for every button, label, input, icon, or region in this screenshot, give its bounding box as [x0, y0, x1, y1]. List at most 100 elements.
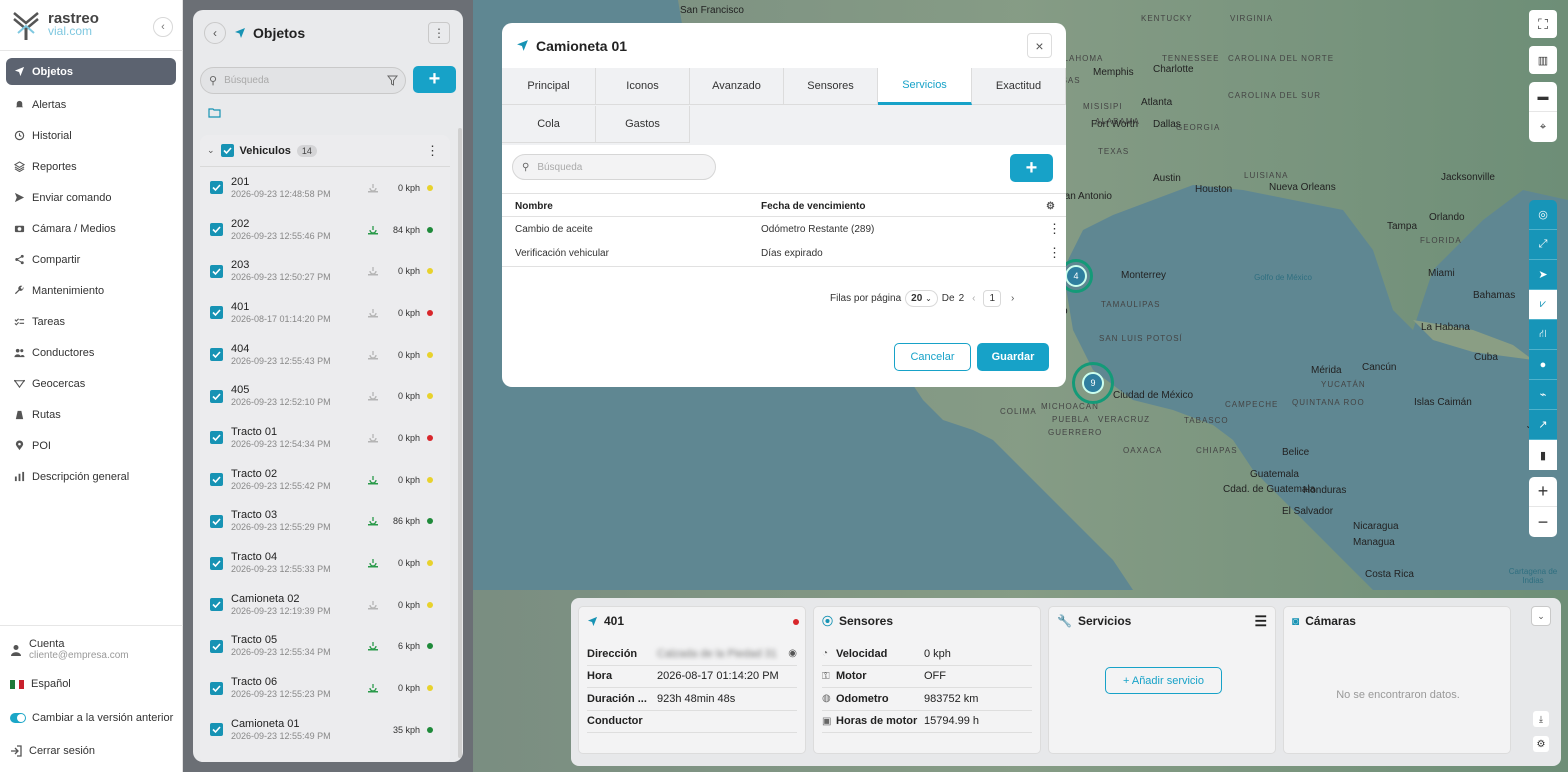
objects-search-input[interactable]: ⚲ Búsqueda: [200, 67, 406, 94]
account-item[interactable]: Cuenta cliente@empresa.com: [10, 638, 180, 662]
column-name[interactable]: Nombre: [515, 194, 553, 218]
zoom-out-button[interactable]: −: [1529, 507, 1557, 537]
vehicle-row[interactable]: Tracto 06 2026-09-23 12:55:23 PM 0 kph: [200, 667, 450, 709]
services-search-input[interactable]: ⚲ Búsqueda: [512, 154, 716, 180]
vehicle-row[interactable]: 203 2026-09-23 12:50:27 PM 0 kph: [200, 250, 450, 292]
toggle-objects[interactable]: ➤: [1529, 260, 1557, 290]
sidebar-item-reportes[interactable]: Reportes: [6, 151, 176, 182]
filter-icon[interactable]: [387, 75, 398, 86]
tab-cola[interactable]: Cola: [502, 106, 596, 143]
toggle-labels[interactable]: ⌁: [1529, 380, 1557, 410]
toggle-tails[interactable]: ↗: [1529, 410, 1557, 440]
toggle-fit[interactable]: ⤢: [1529, 230, 1557, 260]
sidebar-item-enviar-comando[interactable]: Enviar comando: [6, 182, 176, 213]
row-menu-icon[interactable]: ⋮: [1048, 241, 1061, 265]
next-page-button[interactable]: ›: [1011, 293, 1014, 304]
table-row[interactable]: Cambio de aceite Odómetro Restante (289) ⋮: [502, 217, 1066, 241]
sidebar-item-historial[interactable]: Historial: [6, 120, 176, 151]
objects-menu-button[interactable]: ⋮: [428, 22, 450, 44]
sidebar-item-mantenimiento[interactable]: Mantenimiento: [6, 275, 176, 306]
vehicle-row[interactable]: Tracto 04 2026-09-23 12:55:33 PM 0 kph: [200, 542, 450, 584]
vehicle-checkbox[interactable]: [210, 473, 223, 487]
cancel-button[interactable]: Cancelar: [894, 343, 971, 371]
toggle-switch-icon[interactable]: [10, 713, 26, 723]
vehicle-checkbox[interactable]: [210, 306, 223, 320]
vehicle-row[interactable]: Tracto 03 2026-09-23 12:55:29 PM 86 kph: [200, 501, 450, 543]
vehicle-checkbox[interactable]: [210, 264, 223, 278]
locate-button[interactable]: ⌖: [1529, 112, 1557, 142]
language-selector[interactable]: Español: [10, 678, 180, 690]
vehicle-row[interactable]: Camioneta 01 2026-09-23 12:55:49 PM 35 kph: [200, 709, 450, 751]
brand-logo[interactable]: rastreo vial.com: [10, 8, 99, 42]
vehicle-row[interactable]: 202 2026-09-23 12:55:46 PM 84 kph: [200, 209, 450, 251]
sidebar-item-objetos[interactable]: Objetos: [6, 58, 176, 85]
zoom-in-button[interactable]: +: [1529, 477, 1557, 507]
vehicle-checkbox[interactable]: [210, 639, 223, 653]
vehicle-row[interactable]: 404 2026-09-23 12:55:43 PM 0 kph: [200, 334, 450, 376]
vehicle-checkbox[interactable]: [210, 389, 223, 403]
tab-exactitud[interactable]: Exactitud: [972, 68, 1066, 105]
current-page[interactable]: 1: [983, 289, 1002, 307]
vehicle-checkbox[interactable]: [210, 723, 223, 737]
group-menu-icon[interactable]: ⋮: [426, 143, 439, 159]
vehicle-checkbox[interactable]: [210, 223, 223, 237]
add-service-button[interactable]: + Añadir servicio: [1105, 667, 1222, 694]
chevron-down-icon[interactable]: ⌄: [207, 145, 215, 156]
logout-item[interactable]: Cerrar sesión: [10, 745, 180, 757]
vehicle-checkbox[interactable]: [210, 514, 223, 528]
sidebar-item-geocercas[interactable]: Geocercas: [6, 368, 176, 399]
add-object-button[interactable]: +: [413, 66, 456, 93]
group-header[interactable]: ⌄ Vehiculos 14 ⋮: [200, 135, 450, 167]
folder-icon[interactable]: [208, 107, 221, 118]
sidebar-item-compartir[interactable]: Compartir: [6, 244, 176, 275]
sidebar-item-tareas[interactable]: Tareas: [6, 306, 176, 337]
sidebar-item-poi[interactable]: POI: [6, 430, 176, 461]
toggle-traffic[interactable]: ▮: [1529, 440, 1557, 470]
vehicle-row[interactable]: Tracto 05 2026-09-23 12:55:34 PM 6 kph: [200, 626, 450, 668]
download-button[interactable]: ⤓: [1533, 711, 1549, 727]
vehicle-row[interactable]: 201 2026-09-23 12:48:58 PM 0 kph: [200, 167, 450, 209]
column-settings-icon[interactable]: ⚙: [1046, 194, 1055, 218]
back-button[interactable]: ‹: [204, 22, 226, 44]
collapse-panel-button[interactable]: ⌄: [1531, 606, 1551, 626]
prev-page-button[interactable]: ‹: [972, 293, 975, 304]
vehicle-row[interactable]: Tracto 01 2026-09-23 12:54:34 PM 0 kph: [200, 417, 450, 459]
close-modal-button[interactable]: ×: [1027, 33, 1052, 58]
sidebar-item-alertas[interactable]: Alertas: [6, 89, 176, 120]
vehicle-checkbox[interactable]: [210, 181, 223, 195]
add-service-button[interactable]: +: [1010, 154, 1053, 182]
collapse-sidebar-button[interactable]: ‹: [153, 17, 173, 37]
legacy-version-toggle[interactable]: Cambiar a la versión anterior: [10, 712, 180, 724]
vehicle-row[interactable]: 405 2026-09-23 12:52:10 PM 0 kph: [200, 375, 450, 417]
sidebar-item-conductores[interactable]: Conductores: [6, 337, 176, 368]
vehicle-checkbox[interactable]: [210, 556, 223, 570]
toggle-clusters[interactable]: ◎: [1529, 200, 1557, 230]
fullscreen-button[interactable]: ⛶: [1529, 10, 1557, 38]
tab-iconos[interactable]: Iconos: [596, 68, 690, 105]
toggle-geofences[interactable]: ⩗: [1529, 290, 1557, 320]
toggle-routes[interactable]: ⛙: [1529, 320, 1557, 350]
vehicle-checkbox[interactable]: [210, 681, 223, 695]
vehicle-row[interactable]: 401 2026-08-17 01:14:20 PM 0 kph: [200, 292, 450, 334]
tab-servicios[interactable]: Servicios: [878, 68, 972, 105]
toggle-poi[interactable]: ●: [1529, 350, 1557, 380]
tab-avanzado[interactable]: Avanzado: [690, 68, 784, 105]
objects-scrollbar[interactable]: [458, 128, 462, 758]
eye-icon[interactable]: ◉: [788, 648, 797, 659]
vehicle-row[interactable]: Tracto 02 2026-09-23 12:55:42 PM 0 kph: [200, 459, 450, 501]
tab-gastos[interactable]: Gastos: [596, 106, 690, 143]
vehicle-checkbox[interactable]: [210, 431, 223, 445]
tab-principal[interactable]: Principal: [502, 68, 596, 105]
vehicle-row[interactable]: Camioneta 02 2026-09-23 12:19:39 PM 0 kph: [200, 584, 450, 626]
vehicle-checkbox[interactable]: [210, 348, 223, 362]
map-layers-button[interactable]: ▥: [1529, 46, 1557, 74]
vehicle-checkbox[interactable]: [210, 598, 223, 612]
sidebar-item-rutas[interactable]: Rutas: [6, 399, 176, 430]
panel-settings-button[interactable]: ⚙: [1533, 736, 1549, 752]
group-checkbox[interactable]: [220, 144, 234, 157]
save-button[interactable]: Guardar: [977, 343, 1049, 371]
map-cluster-marker[interactable]: 9: [1072, 362, 1114, 404]
menu-icon[interactable]: ☰: [1254, 613, 1267, 630]
sidebar-item-descripción-general[interactable]: Descripción general: [6, 461, 176, 492]
table-row[interactable]: Verificación vehicular Días expirado ⋮: [502, 241, 1066, 265]
